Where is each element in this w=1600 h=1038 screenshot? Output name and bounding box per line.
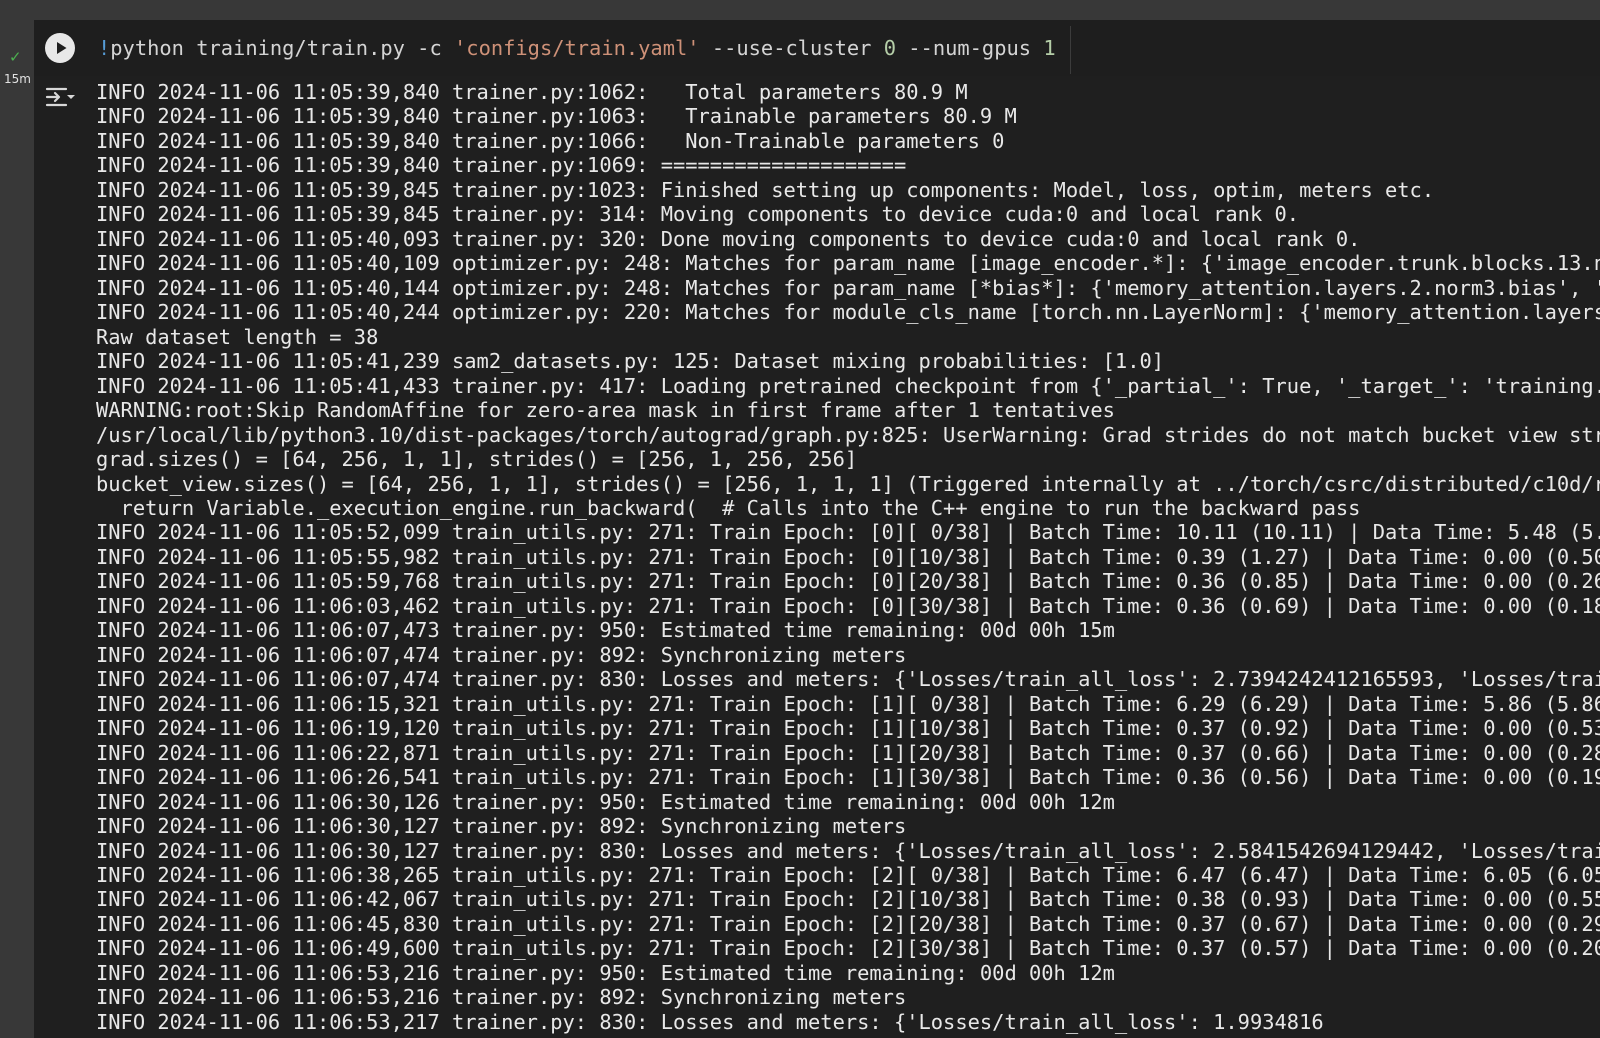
execution-time: 15m bbox=[4, 72, 31, 86]
output-line: INFO 2024-11-06 11:06:26,541 train_utils… bbox=[96, 765, 1600, 790]
output-line: INFO 2024-11-06 11:05:40,144 optimizer.p… bbox=[96, 275, 1600, 300]
notebook-top-strip bbox=[0, 0, 1600, 20]
output-line: INFO 2024-11-06 11:06:45,830 train_utils… bbox=[96, 911, 1600, 936]
execution-success-icon: ✓ bbox=[9, 48, 22, 66]
output-line: INFO 2024-11-06 11:06:07,474 trainer.py:… bbox=[96, 667, 1600, 692]
output-line: INFO 2024-11-06 11:06:19,120 train_utils… bbox=[96, 716, 1600, 741]
output-line: INFO 2024-11-06 11:06:49,600 train_utils… bbox=[96, 936, 1600, 961]
output-line: grad.sizes() = [64, 256, 1, 1], strides(… bbox=[96, 447, 858, 472]
output-line: INFO 2024-11-06 11:05:40,109 optimizer.p… bbox=[96, 251, 1600, 276]
cell-output: INFO 2024-11-06 11:05:39,840 trainer.py:… bbox=[96, 80, 1600, 1038]
output-line: INFO 2024-11-06 11:05:40,093 trainer.py:… bbox=[96, 226, 1361, 251]
output-line: INFO 2024-11-06 11:06:42,067 train_utils… bbox=[96, 887, 1600, 912]
config-path-string: 'configs/train.yaml' bbox=[454, 36, 700, 60]
input-divider bbox=[1070, 26, 1071, 74]
output-line: INFO 2024-11-06 11:06:03,462 train_utils… bbox=[96, 593, 1600, 618]
output-line: INFO 2024-11-06 11:05:52,099 train_utils… bbox=[96, 520, 1600, 545]
output-line: INFO 2024-11-06 11:05:39,840 trainer.py:… bbox=[96, 153, 907, 178]
output-line: WARNING:root:Skip RandomAffine for zero-… bbox=[96, 398, 1115, 423]
num-gpus-value: 1 bbox=[1043, 36, 1056, 60]
output-line: INFO 2024-11-06 11:06:30,127 trainer.py:… bbox=[96, 838, 1600, 863]
output-line: INFO 2024-11-06 11:06:53,217 trainer.py:… bbox=[96, 1009, 1324, 1034]
output-line: INFO 2024-11-06 11:06:38,265 train_utils… bbox=[96, 863, 1600, 887]
output-line: /usr/local/lib/python3.10/dist-packages/… bbox=[96, 422, 1600, 447]
output-line: INFO 2024-11-06 11:06:30,127 trainer.py:… bbox=[96, 814, 907, 839]
output-line: Raw dataset length = 38 bbox=[96, 324, 379, 349]
output-line: INFO 2024-11-06 11:06:30,126 trainer.py:… bbox=[96, 789, 1115, 814]
output-line: INFO 2024-11-06 11:06:53,216 trainer.py:… bbox=[96, 960, 1115, 985]
run-cell-button[interactable] bbox=[45, 33, 75, 63]
output-line: INFO 2024-11-06 11:05:41,239 sam2_datase… bbox=[96, 349, 1165, 374]
output-line: INFO 2024-11-06 11:06:07,473 trainer.py:… bbox=[96, 618, 1115, 643]
output-line: INFO 2024-11-06 11:06:07,474 trainer.py:… bbox=[96, 642, 907, 667]
output-line: INFO 2024-11-06 11:05:39,840 trainer.py:… bbox=[96, 80, 968, 104]
cell-gutter: ✓ 15m bbox=[0, 20, 34, 1038]
use-cluster-flag: --use-cluster bbox=[699, 36, 884, 60]
output-line: INFO 2024-11-06 11:05:39,845 trainer.py:… bbox=[96, 177, 1435, 202]
output-line: return Variable._execution_engine.run_ba… bbox=[96, 495, 1361, 520]
cell-input[interactable]: !python training/train.py -c 'configs/tr… bbox=[34, 20, 1600, 76]
code-editor-line[interactable]: !python training/train.py -c 'configs/tr… bbox=[98, 36, 1056, 60]
output-line: INFO 2024-11-06 11:05:39,840 trainer.py:… bbox=[96, 128, 1005, 153]
output-line: INFO 2024-11-06 11:05:39,840 trainer.py:… bbox=[96, 104, 1017, 129]
play-icon bbox=[57, 42, 67, 54]
output-line: INFO 2024-11-06 11:05:39,845 trainer.py:… bbox=[96, 202, 1300, 227]
output-actions-icon bbox=[45, 87, 75, 107]
output-line: bucket_view.sizes() = [64, 256, 1, 1], s… bbox=[96, 471, 1600, 496]
code-cell[interactable]: !python training/train.py -c 'configs/tr… bbox=[34, 20, 1600, 1038]
output-line: INFO 2024-11-06 11:05:59,768 train_utils… bbox=[96, 569, 1600, 594]
num-gpus-flag: --num-gpus bbox=[895, 36, 1044, 60]
shell-command: python training/train.py -c bbox=[110, 36, 455, 60]
output-actions-button[interactable] bbox=[44, 84, 76, 114]
shell-bang: ! bbox=[98, 36, 111, 60]
output-line: INFO 2024-11-06 11:05:55,982 train_utils… bbox=[96, 544, 1600, 569]
use-cluster-value: 0 bbox=[883, 36, 896, 60]
output-line: INFO 2024-11-06 11:06:15,321 train_utils… bbox=[96, 691, 1600, 716]
output-line: INFO 2024-11-06 11:06:22,871 train_utils… bbox=[96, 740, 1600, 765]
output-line: INFO 2024-11-06 11:05:41,433 trainer.py:… bbox=[96, 373, 1600, 398]
output-line: INFO 2024-11-06 11:05:40,244 optimizer.p… bbox=[96, 300, 1600, 325]
output-line: INFO 2024-11-06 11:06:53,216 trainer.py:… bbox=[96, 985, 907, 1010]
